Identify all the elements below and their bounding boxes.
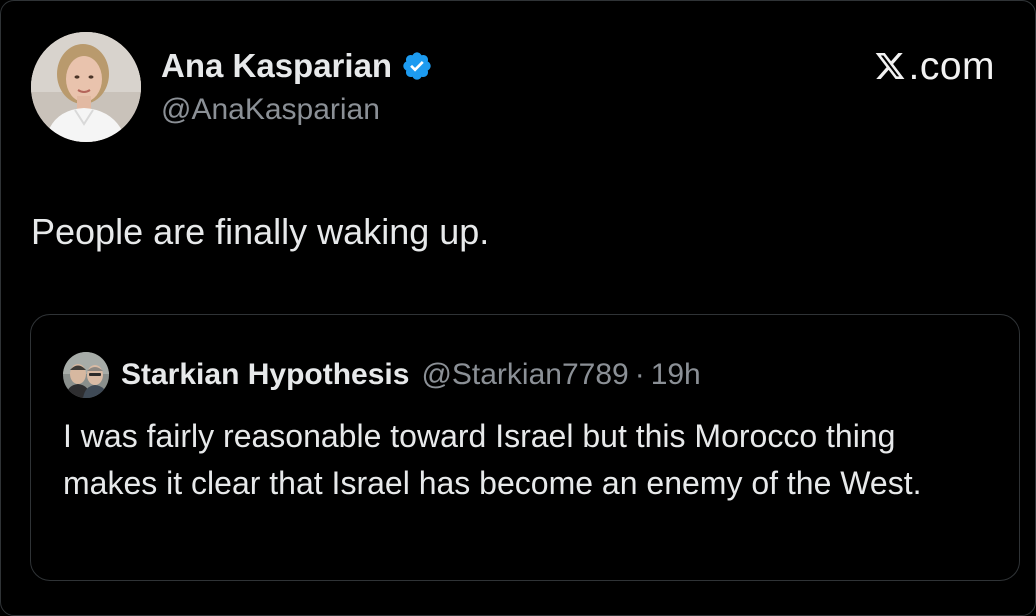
quoted-tweet-timestamp[interactable]: 19h <box>651 358 701 392</box>
separator-dot: · <box>634 358 645 391</box>
quoted-author-avatar[interactable] <box>63 352 109 398</box>
profile-photo-icon <box>63 352 109 398</box>
author-name-row: Ana Kasparian <box>161 46 433 86</box>
quoted-tweet[interactable]: Starkian Hypothesis @Starkian7789 · 19h … <box>30 314 1020 581</box>
author-avatar[interactable] <box>31 32 141 142</box>
x-logo-icon <box>876 53 905 79</box>
tweet-text: People are finally waking up. <box>31 211 490 252</box>
quoted-tweet-header: Starkian Hypothesis @Starkian7789 · 19h <box>121 352 701 398</box>
verified-badge-icon[interactable] <box>401 50 433 82</box>
quoted-author-display-name[interactable]: Starkian Hypothesis <box>121 358 409 392</box>
author-handle[interactable]: @AnaKasparian <box>161 93 380 127</box>
quoted-tweet-text: I was fairly reasonable toward Israel bu… <box>63 418 922 501</box>
brand-label: .com <box>874 45 995 89</box>
profile-photo-icon <box>31 32 141 142</box>
author-display-name[interactable]: Ana Kasparian <box>161 47 392 85</box>
brand-domain: .com <box>908 45 995 88</box>
tweet-card: Ana Kasparian @AnaKasparian .com People … <box>0 0 1036 616</box>
quoted-author-handle[interactable]: @Starkian7789 <box>421 358 628 392</box>
